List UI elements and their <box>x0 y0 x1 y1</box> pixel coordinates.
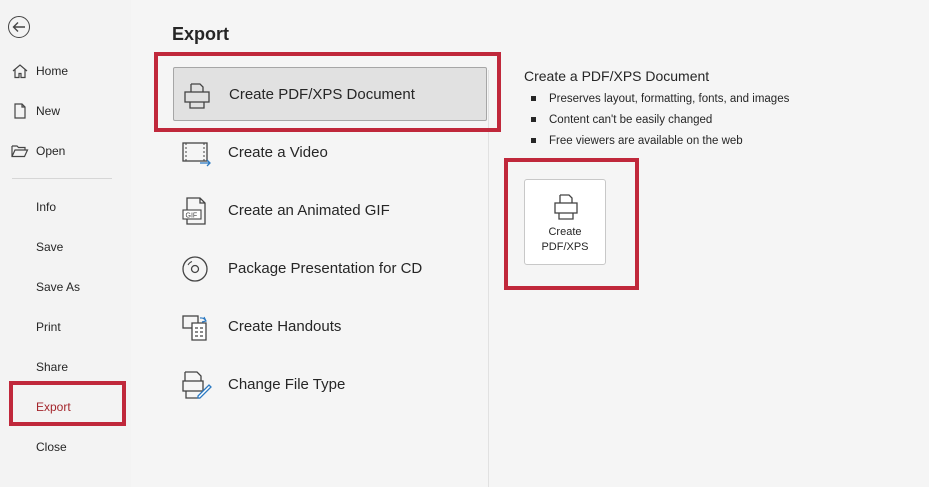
create-pdf-xps-button[interactable]: Create PDF/XPS <box>524 179 606 265</box>
home-icon <box>12 64 28 79</box>
option-label: Create PDF/XPS Document <box>229 85 415 103</box>
nav-info-label: Info <box>36 200 57 214</box>
svg-text:GIF: GIF <box>186 213 198 220</box>
option-label: Package Presentation for CD <box>228 259 423 277</box>
nav-share[interactable]: Share <box>0 352 131 382</box>
nav-export[interactable]: Export <box>0 392 131 422</box>
nav-save-label: Save <box>36 240 64 254</box>
nav-save-as[interactable]: Save As <box>0 272 131 302</box>
cd-icon <box>182 256 208 282</box>
option-change-file-type[interactable]: Change File Type <box>173 357 487 411</box>
bullet-item: Content can't be easily changed <box>531 112 789 133</box>
open-folder-icon <box>11 145 29 158</box>
nav-share-label: Share <box>36 360 69 374</box>
button-label-line1: Create <box>548 226 582 238</box>
nav-home-label: Home <box>36 64 69 78</box>
option-label: Create Handouts <box>228 317 342 335</box>
nav-open-label: Open <box>36 144 66 158</box>
nav-info[interactable]: Info <box>0 192 131 222</box>
back-button[interactable] <box>8 16 30 38</box>
option-label: Change File Type <box>228 375 346 393</box>
detail-title: Create a PDF/XPS Document <box>524 68 710 84</box>
nav-print-label: Print <box>36 320 61 334</box>
option-label: Create an Animated GIF <box>228 201 390 219</box>
nav-close[interactable]: Close <box>0 432 131 462</box>
nav-new-label: New <box>36 104 61 118</box>
pdf-document-icon <box>554 194 578 220</box>
option-create-gif[interactable]: GIF Create an Animated GIF <box>173 183 487 237</box>
bullet-item: Preserves layout, formatting, fonts, and… <box>531 91 789 112</box>
option-package-cd[interactable]: Package Presentation for CD <box>173 241 487 295</box>
nav-save-as-label: Save As <box>36 280 81 294</box>
video-icon <box>182 142 211 167</box>
handouts-icon <box>182 315 207 341</box>
nav-new[interactable]: New <box>0 96 131 126</box>
option-create-pdf-xps[interactable]: Create PDF/XPS Document <box>173 67 487 121</box>
gif-icon: GIF <box>182 197 206 225</box>
nav-close-label: Close <box>36 440 67 454</box>
nav-print[interactable]: Print <box>0 312 131 342</box>
create-pdf-xps-label: Create PDF/XPS <box>525 225 605 255</box>
nav-export-label: Export <box>36 400 71 414</box>
nav-home[interactable]: Home <box>0 56 131 86</box>
option-create-handouts[interactable]: Create Handouts <box>173 299 487 353</box>
bullet-item: Free viewers are available on the web <box>531 133 789 154</box>
detail-bullets: Preserves layout, formatting, fonts, and… <box>531 91 789 154</box>
nav-open[interactable]: Open <box>0 136 131 166</box>
new-document-icon <box>14 103 26 119</box>
pdf-document-icon <box>184 83 210 109</box>
nav-separator <box>12 178 112 179</box>
option-label: Create a Video <box>228 143 328 161</box>
change-file-type-icon <box>182 371 212 399</box>
back-arrow-icon <box>12 22 25 32</box>
option-create-video[interactable]: Create a Video <box>173 125 487 179</box>
backstage-nav: Home New Open Info Save Save As Print Sh… <box>0 0 131 487</box>
button-label-line2: PDF/XPS <box>541 241 589 253</box>
page-title: Export <box>172 24 230 44</box>
nav-save[interactable]: Save <box>0 232 131 262</box>
panel-divider <box>488 70 489 487</box>
